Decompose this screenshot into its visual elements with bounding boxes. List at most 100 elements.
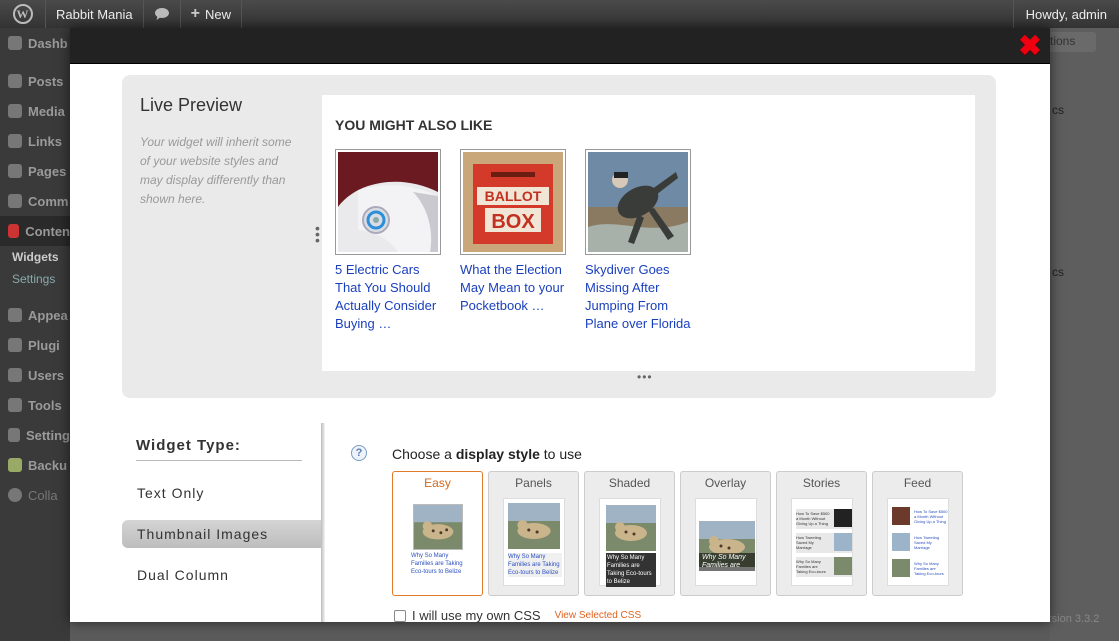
sidebar-label: Links [28,133,62,149]
pages-icon [8,164,22,178]
sidebar-sub-settings[interactable]: Settings [0,268,70,290]
style-option-label: Stories [802,476,841,490]
sidebar-label: Dashb [28,35,68,51]
style-preview: Why So Many Families are Taking Eco-tour… [407,498,469,586]
feed-row-text: Why So Many Families are Taking Eco-tour… [914,561,944,576]
sidebar-item-content[interactable]: Conten [0,216,70,246]
close-icon[interactable]: ✖ [1018,32,1042,60]
style-option-stories[interactable]: Stories How To Save $500 a Month Without… [776,471,867,596]
screen-options-text[interactable]: tions [1050,32,1096,52]
feed-row: Why So Many Families are Taking Eco-tour… [892,559,948,579]
leopard-thumbnail [606,505,656,551]
article-card[interactable]: Skydiver Goes Missing After Jumping From… [585,149,693,333]
sidebar-label: Conten [25,223,70,239]
sidebar-item-backup[interactable]: Backu [0,450,70,480]
comments-link[interactable] [144,0,181,28]
article-link[interactable]: Skydiver Goes Missing After Jumping From… [585,261,697,333]
tools-icon [8,398,22,412]
electric-car-image [338,152,438,252]
feed-row-image [892,559,910,577]
plugins-icon [8,338,22,352]
story-row-image [834,533,852,551]
style-option-panels[interactable]: Panels Why So Many Families are Taking E… [488,471,579,596]
sidebar-collapse[interactable]: Colla [0,480,70,510]
article-thumbnail[interactable] [335,149,441,255]
style-option-label: Feed [903,476,932,490]
style-option-easy[interactable]: Easy Why So Many Families are Taking Eco… [392,471,483,596]
sidebar-item-media[interactable]: Media [0,96,70,126]
widget-type-text-only[interactable]: Text Only [122,479,322,507]
sidebar-label: Appea [28,307,68,323]
article-thumbnail[interactable] [585,149,691,255]
style-preview: Why So Many Families are [695,498,757,586]
site-name-link[interactable]: Rabbit Mania [46,0,144,28]
own-css-row: I will use my own CSS View Selected CSS [394,608,641,622]
resize-handle-icon[interactable]: • • • [315,221,321,247]
sidebar-item-tools[interactable]: Tools [0,390,70,420]
preview-widget: YOU MIGHT ALSO LIKE 5 Electric Cars That… [322,95,975,371]
style-option-feed[interactable]: Feed How To Save $500 a Month Without Gi… [872,471,963,596]
view-selected-css-link[interactable]: View Selected CSS [555,610,642,621]
sidebar-item-users[interactable]: Users [0,360,70,390]
new-content-link[interactable]: + New [181,0,242,28]
plus-icon: + [190,5,200,22]
sidebar-label: Media [28,103,65,119]
feed-row: How To Save $500 a Month Without Giving … [892,507,948,527]
admin-sidebar: Dashb Posts Media Links Pages Comm Conte… [0,28,70,641]
style-preview-caption: Why So Many Families are [699,553,755,571]
leopard-thumbnail [413,504,463,550]
admin-bar: W Rabbit Mania + New Howdy, admin [0,0,1119,28]
sidebar-item-pages[interactable]: Pages [0,156,70,186]
article-thumbnail[interactable]: BALLOT BOX [460,149,566,255]
sidebar-item-comments[interactable]: Comm [0,186,70,216]
links-icon [8,134,22,148]
leopard-thumbnail [508,503,560,549]
sidebar-item-dashboard[interactable]: Dashb [0,28,70,58]
sidebar-item-appearance[interactable]: Appea [0,300,70,330]
style-preview-caption: Why So Many Families are Taking Eco-tour… [606,553,656,587]
sidebar-label: Setting [25,427,70,443]
admin-right-area [1050,28,1119,641]
help-icon[interactable]: ? [351,445,367,461]
article-card[interactable]: 5 Electric Cars That You Should Actually… [335,149,443,333]
display-style-heading: Choose a display style to use [392,446,582,462]
own-css-label[interactable]: I will use my own CSS [412,608,541,622]
content-icon [8,224,20,238]
style-option-overlay[interactable]: Overlay Why So Many Families are [680,471,771,596]
version-text: rsion 3.3.2 [1048,613,1100,625]
account-menu[interactable]: Howdy, admin [1012,0,1119,28]
feed-row-image [892,533,910,551]
widget-type-dual-column[interactable]: Dual Column [122,561,322,589]
style-preview: Why So Many Families are Taking Eco-tour… [599,498,661,587]
collapse-icon [8,488,22,502]
sidebar-sub-widgets[interactable]: Widgets [0,246,70,268]
settings-icon [8,428,20,442]
live-preview-note: Your widget will inherit some of your we… [140,135,292,206]
sidebar-item-links[interactable]: Links [0,126,70,156]
widget-type-thumbnail-images[interactable]: Thumbnail Images [122,520,322,548]
widget-heading: YOU MIGHT ALSO LIKE [335,117,493,133]
style-option-shaded[interactable]: Shaded Why So Many Families are Taking E… [584,471,675,596]
article-card[interactable]: BALLOT BOX What the Election May Mean to… [460,149,568,315]
wordpress-logo[interactable]: W [0,0,46,28]
story-row: How To Save $500 a Month Without Giving … [796,509,852,529]
sidebar-label: Backu [28,457,68,473]
story-row-text: How Tweeting Saved My Marriage [796,535,822,550]
article-link[interactable]: What the Election May Mean to your Pocke… [460,261,572,315]
story-row-text: Why So Many Families are Taking Eco-tour… [796,559,826,574]
comment-bubble-icon [154,8,169,20]
story-row-image [834,557,852,575]
sidebar-item-posts[interactable]: Posts [0,66,70,96]
widget-box-text: cs [1052,265,1064,279]
own-css-checkbox[interactable] [394,609,406,622]
style-preview: Why So Many Families are Taking Eco-tour… [503,498,565,586]
sidebar-item-settings[interactable]: Setting [0,420,70,450]
story-row-image [834,509,852,527]
sidebar-label: Colla [28,487,58,503]
story-row: How Tweeting Saved My Marriage [796,533,852,553]
feed-row-image [892,507,910,525]
widget-type-panel: Widget Type: Text Only Thumbnail Images … [122,423,322,622]
sidebar-item-plugins[interactable]: Plugi [0,330,70,360]
article-link[interactable]: 5 Electric Cars That You Should Actually… [335,261,447,333]
resize-handle-bottom-icon[interactable]: ••• [637,370,653,384]
